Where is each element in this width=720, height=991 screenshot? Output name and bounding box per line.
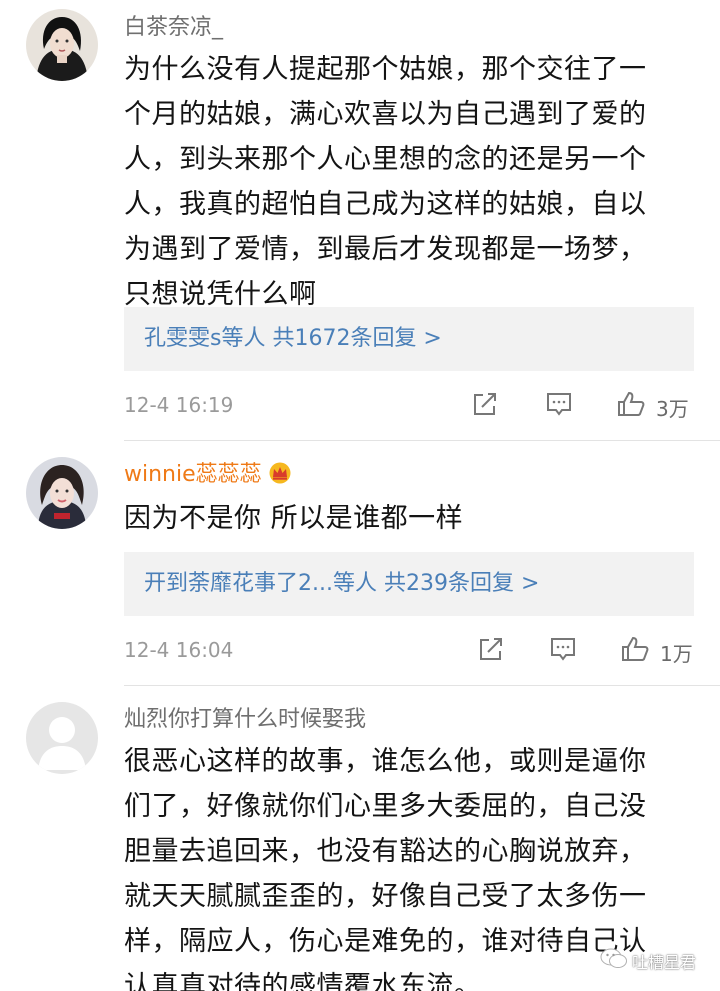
comment-item: 白茶奈凉_ 为什么没有人提起那个姑娘，那个交往了一 个月的姑娘，满心欢喜以为自己…	[0, 0, 720, 440]
avatar[interactable]	[26, 457, 98, 529]
wechat-icon	[600, 947, 628, 975]
avatar[interactable]	[26, 702, 98, 774]
comment-line: 人，到头来那个人心里想的念的还是另一个	[124, 144, 647, 175]
comment-username[interactable]: winnie蕊蕊蕊	[124, 461, 292, 492]
replies-link[interactable]: 开到荼靡花事了2...等人 共239条回复 >	[124, 552, 694, 616]
comment-line: 为遇到了爱情，到最后才发现都是一场梦，	[124, 234, 647, 265]
comment-meta: 12-4 16:19 3万	[124, 389, 700, 421]
comment-meta: 12-4 16:04 1万	[124, 634, 700, 666]
comment-line: 个月的姑娘，满心欢喜以为自己遇到了爱的	[124, 99, 647, 130]
comment-item: winnie蕊蕊蕊 因为不是你 所以是谁都一样 开到荼靡花事了2...等人 共2…	[0, 441, 720, 685]
thumbs-up-icon[interactable]	[620, 634, 650, 664]
crown-icon	[268, 462, 292, 492]
replies-label: 开到荼靡花事了2...等人 共239条回复 >	[144, 571, 540, 596]
replies-link[interactable]: 孔雯雯s等人 共1672条回复 >	[124, 307, 694, 371]
replies-label: 孔雯雯s等人 共1672条回复 >	[144, 326, 442, 351]
comment-time: 12-4 16:19	[124, 393, 234, 417]
comment-line: 人，我真的超怕自己成为这样的姑娘，自以	[124, 189, 647, 220]
comment-line: 因为不是你 所以是谁都一样	[124, 503, 464, 534]
comment-icon[interactable]	[548, 634, 578, 664]
like-count: 1万	[660, 642, 693, 666]
like-count: 3万	[656, 397, 689, 421]
comment-line: 很恶心这样的故事，谁怎么他，或则是逼你	[124, 746, 647, 777]
avatar[interactable]	[26, 9, 98, 81]
share-icon[interactable]	[470, 389, 500, 419]
comment-text: 为什么没有人提起那个姑娘，那个交往了一 个月的姑娘，满心欢喜以为自己遇到了爱的 …	[124, 47, 684, 317]
comment-line: 们了，好像就你们心里多大委屈的，自己没	[124, 791, 647, 822]
watermark: 吐槽星君	[596, 948, 696, 974]
comment-line: 为什么没有人提起那个姑娘，那个交往了一	[124, 54, 647, 85]
comment-item: 灿烈你打算什么时候娶我 很恶心这样的故事，谁怎么他，或则是逼你 们了，好像就你们…	[0, 686, 720, 991]
comment-time: 12-4 16:04	[124, 638, 234, 662]
watermark-text: 吐槽星君	[632, 953, 697, 972]
comment-line: 胆量去追回来，也没有豁达的心胸说放弃，	[124, 836, 647, 867]
comment-text: 因为不是你 所以是谁都一样	[124, 496, 684, 541]
comment-icon[interactable]	[544, 389, 574, 419]
thumbs-up-icon[interactable]	[616, 389, 646, 419]
comment-username[interactable]: 灿烈你打算什么时候娶我	[124, 706, 366, 734]
share-icon[interactable]	[476, 634, 506, 664]
comment-username[interactable]: 白茶奈凉_	[124, 14, 223, 42]
username-label: winnie蕊蕊蕊	[124, 462, 262, 487]
comment-line: 就天天腻腻歪歪的，好像自己受了太多伤一	[124, 881, 647, 912]
